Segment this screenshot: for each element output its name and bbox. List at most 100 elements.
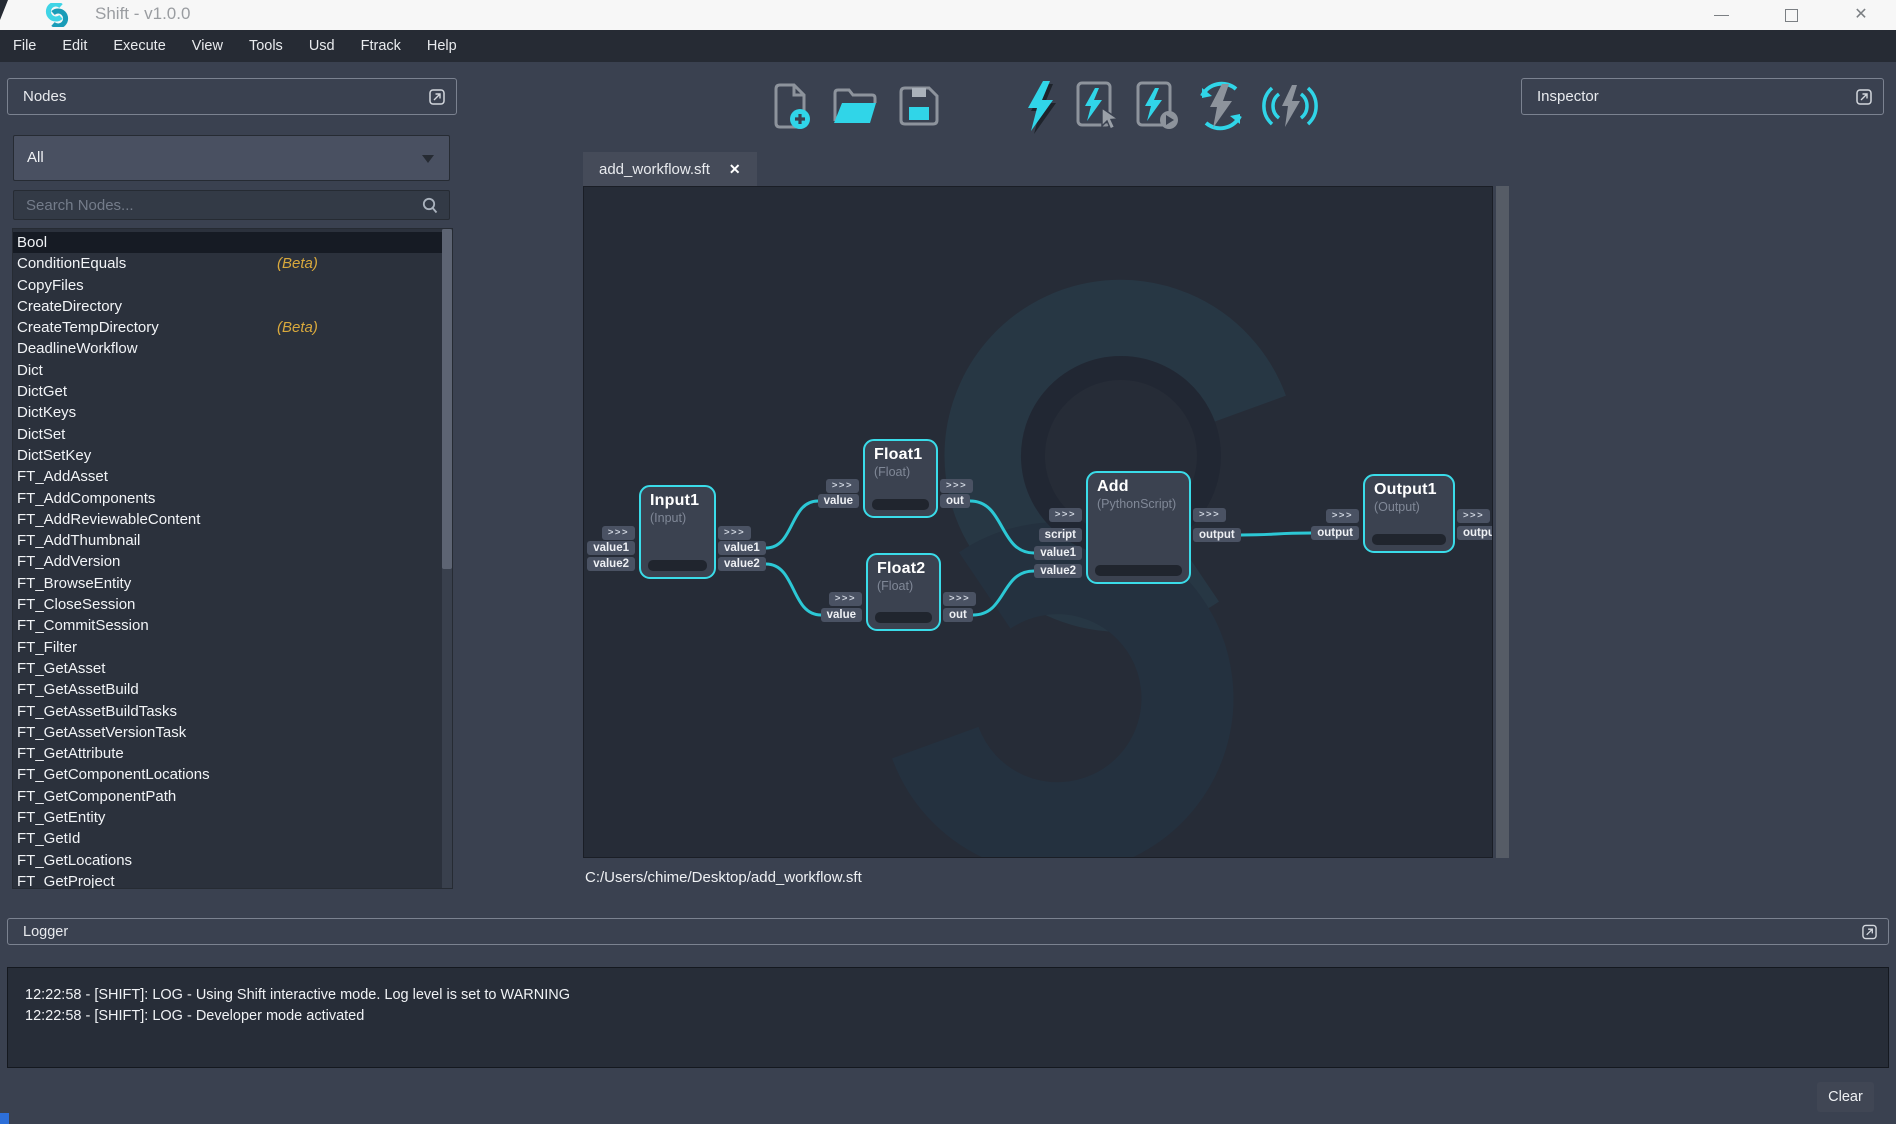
- menu-item-edit[interactable]: Edit: [49, 30, 100, 62]
- node-list-item[interactable]: FT_AddVersion: [13, 551, 452, 572]
- node-list-item[interactable]: FT_GetAssetVersionTask: [13, 722, 452, 743]
- node-list-item[interactable]: FT_GetEntity: [13, 807, 452, 828]
- port-badge[interactable]: out: [940, 494, 970, 508]
- node-list-item[interactable]: FT_GetComponentLocations: [13, 764, 452, 785]
- port-chevron[interactable]: >>>: [1326, 509, 1359, 523]
- port-badge[interactable]: out: [943, 608, 973, 622]
- port-badge[interactable]: output: [1193, 528, 1241, 542]
- port-badge[interactable]: value1: [587, 541, 635, 555]
- node-filter-dropdown[interactable]: All: [13, 135, 450, 181]
- save-workflow-button[interactable]: [896, 83, 942, 129]
- wire[interactable]: [973, 571, 1034, 615]
- execute-refresh-button[interactable]: [1196, 80, 1246, 132]
- wire[interactable]: [970, 501, 1034, 553]
- graph-canvas[interactable]: Input1(Input) Float1(Float) Float2(Float) A…: [583, 186, 1493, 858]
- execute-selected-button[interactable]: [1074, 80, 1118, 132]
- graph-node-input1[interactable]: Input1(Input): [639, 485, 716, 579]
- execute-resume-button[interactable]: [1134, 80, 1180, 132]
- port-chevron[interactable]: >>>: [1457, 509, 1490, 523]
- node-list-item[interactable]: ConditionEquals(Beta): [13, 253, 452, 274]
- port-chevron[interactable]: >>>: [1049, 508, 1082, 522]
- new-workflow-button[interactable]: [770, 81, 814, 131]
- node-list-item[interactable]: FT_CommitSession: [13, 615, 452, 636]
- node-list-item[interactable]: Bool: [13, 232, 452, 253]
- port-chevron[interactable]: >>>: [602, 526, 635, 540]
- node-search-input[interactable]: [14, 191, 394, 219]
- beta-badge: (Beta): [277, 253, 318, 274]
- port-badge[interactable]: value: [821, 608, 862, 622]
- node-list-item[interactable]: FT_GetLocations: [13, 850, 452, 871]
- menu-item-tools[interactable]: Tools: [236, 30, 296, 62]
- port-badge[interactable]: value2: [718, 557, 766, 571]
- node-list-item[interactable]: CreateTempDirectory(Beta): [13, 317, 452, 338]
- wire[interactable]: [1241, 533, 1311, 535]
- node-list-item[interactable]: DictSet: [13, 424, 452, 445]
- graph-node-float1[interactable]: Float1(Float): [863, 439, 938, 518]
- port-badge[interactable]: value2: [587, 557, 635, 571]
- wire[interactable]: [766, 501, 818, 548]
- menu-item-usd[interactable]: Usd: [296, 30, 348, 62]
- workflow-tab[interactable]: add_workflow.sft ✕: [583, 152, 757, 186]
- node-status-bar: [875, 612, 932, 623]
- node-title: Float2: [877, 560, 939, 578]
- node-list-item[interactable]: CreateDirectory: [13, 296, 452, 317]
- node-list-item[interactable]: FT_GetAssetBuildTasks: [13, 701, 452, 722]
- menu-item-ftrack[interactable]: Ftrack: [348, 30, 414, 62]
- port-chevron[interactable]: >>>: [829, 592, 862, 606]
- tab-close-icon[interactable]: ✕: [729, 161, 741, 178]
- port-badge[interactable]: value1: [1034, 546, 1082, 560]
- node-list-item[interactable]: DeadlineWorkflow: [13, 338, 452, 359]
- node-list-item[interactable]: FT_AddComponents: [13, 488, 452, 509]
- node-title: Output1: [1374, 481, 1453, 499]
- port-chevron[interactable]: >>>: [943, 592, 976, 606]
- execute-live-button[interactable]: [1262, 81, 1318, 131]
- node-list-item[interactable]: FT_GetAsset: [13, 658, 452, 679]
- canvas-scrollbar[interactable]: [1496, 186, 1509, 858]
- node-list-item[interactable]: CopyFiles: [13, 275, 452, 296]
- port-chevron[interactable]: >>>: [940, 479, 973, 493]
- graph-node-float2[interactable]: Float2(Float): [866, 553, 941, 631]
- node-list-item[interactable]: FT_CloseSession: [13, 594, 452, 615]
- graph-node-output1[interactable]: Output1(Output): [1363, 474, 1455, 553]
- port-badge[interactable]: output: [1457, 526, 1493, 540]
- menu-item-help[interactable]: Help: [414, 30, 470, 62]
- node-list-item[interactable]: FT_GetAttribute: [13, 743, 452, 764]
- node-list-item[interactable]: FT_GetAssetBuild: [13, 679, 452, 700]
- node-list-scrollbar-thumb[interactable]: [442, 229, 452, 569]
- execute-button[interactable]: [1022, 78, 1058, 134]
- close-button[interactable]: ✕: [1826, 0, 1896, 30]
- node-list-item[interactable]: DictKeys: [13, 402, 452, 423]
- port-badge[interactable]: value: [818, 494, 859, 508]
- maximize-button[interactable]: [1756, 0, 1826, 30]
- node-list-item[interactable]: FT_GetId: [13, 828, 452, 849]
- node-list-item[interactable]: DictGet: [13, 381, 452, 402]
- nodes-popout-icon[interactable]: [429, 89, 445, 105]
- port-badge[interactable]: script: [1039, 528, 1082, 542]
- port-badge[interactable]: value2: [1034, 564, 1082, 578]
- node-list-item[interactable]: FT_Filter: [13, 637, 452, 658]
- node-list-item[interactable]: DictSetKey: [13, 445, 452, 466]
- minimize-button[interactable]: [1686, 0, 1756, 30]
- node-list-item[interactable]: FT_AddThumbnail: [13, 530, 452, 551]
- node-list-item[interactable]: FT_BrowseEntity: [13, 573, 452, 594]
- node-list-item[interactable]: FT_AddAsset: [13, 466, 452, 487]
- port-badge[interactable]: value1: [718, 541, 766, 555]
- wire[interactable]: [766, 564, 821, 615]
- node-list-item[interactable]: Dict: [13, 360, 452, 381]
- node-list-item[interactable]: FT_GetProject: [13, 871, 452, 889]
- clear-log-button[interactable]: Clear: [1817, 1082, 1874, 1112]
- port-chevron[interactable]: >>>: [1193, 508, 1226, 522]
- logger-popout-icon[interactable]: [1862, 924, 1877, 939]
- port-badge[interactable]: output: [1311, 526, 1359, 540]
- port-chevron[interactable]: >>>: [718, 526, 751, 540]
- menu-item-file[interactable]: File: [0, 30, 49, 62]
- node-list-item[interactable]: FT_GetComponentPath: [13, 786, 452, 807]
- open-workflow-button[interactable]: [830, 83, 880, 129]
- node-list-item[interactable]: FT_AddReviewableContent: [13, 509, 452, 530]
- menu-item-view[interactable]: View: [179, 30, 236, 62]
- graph-node-add[interactable]: Add(PythonScript): [1086, 471, 1191, 584]
- menu-item-execute[interactable]: Execute: [100, 30, 178, 62]
- port-chevron[interactable]: >>>: [826, 479, 859, 493]
- node-list-scrollbar[interactable]: [442, 229, 452, 888]
- inspector-popout-icon[interactable]: [1856, 89, 1872, 105]
